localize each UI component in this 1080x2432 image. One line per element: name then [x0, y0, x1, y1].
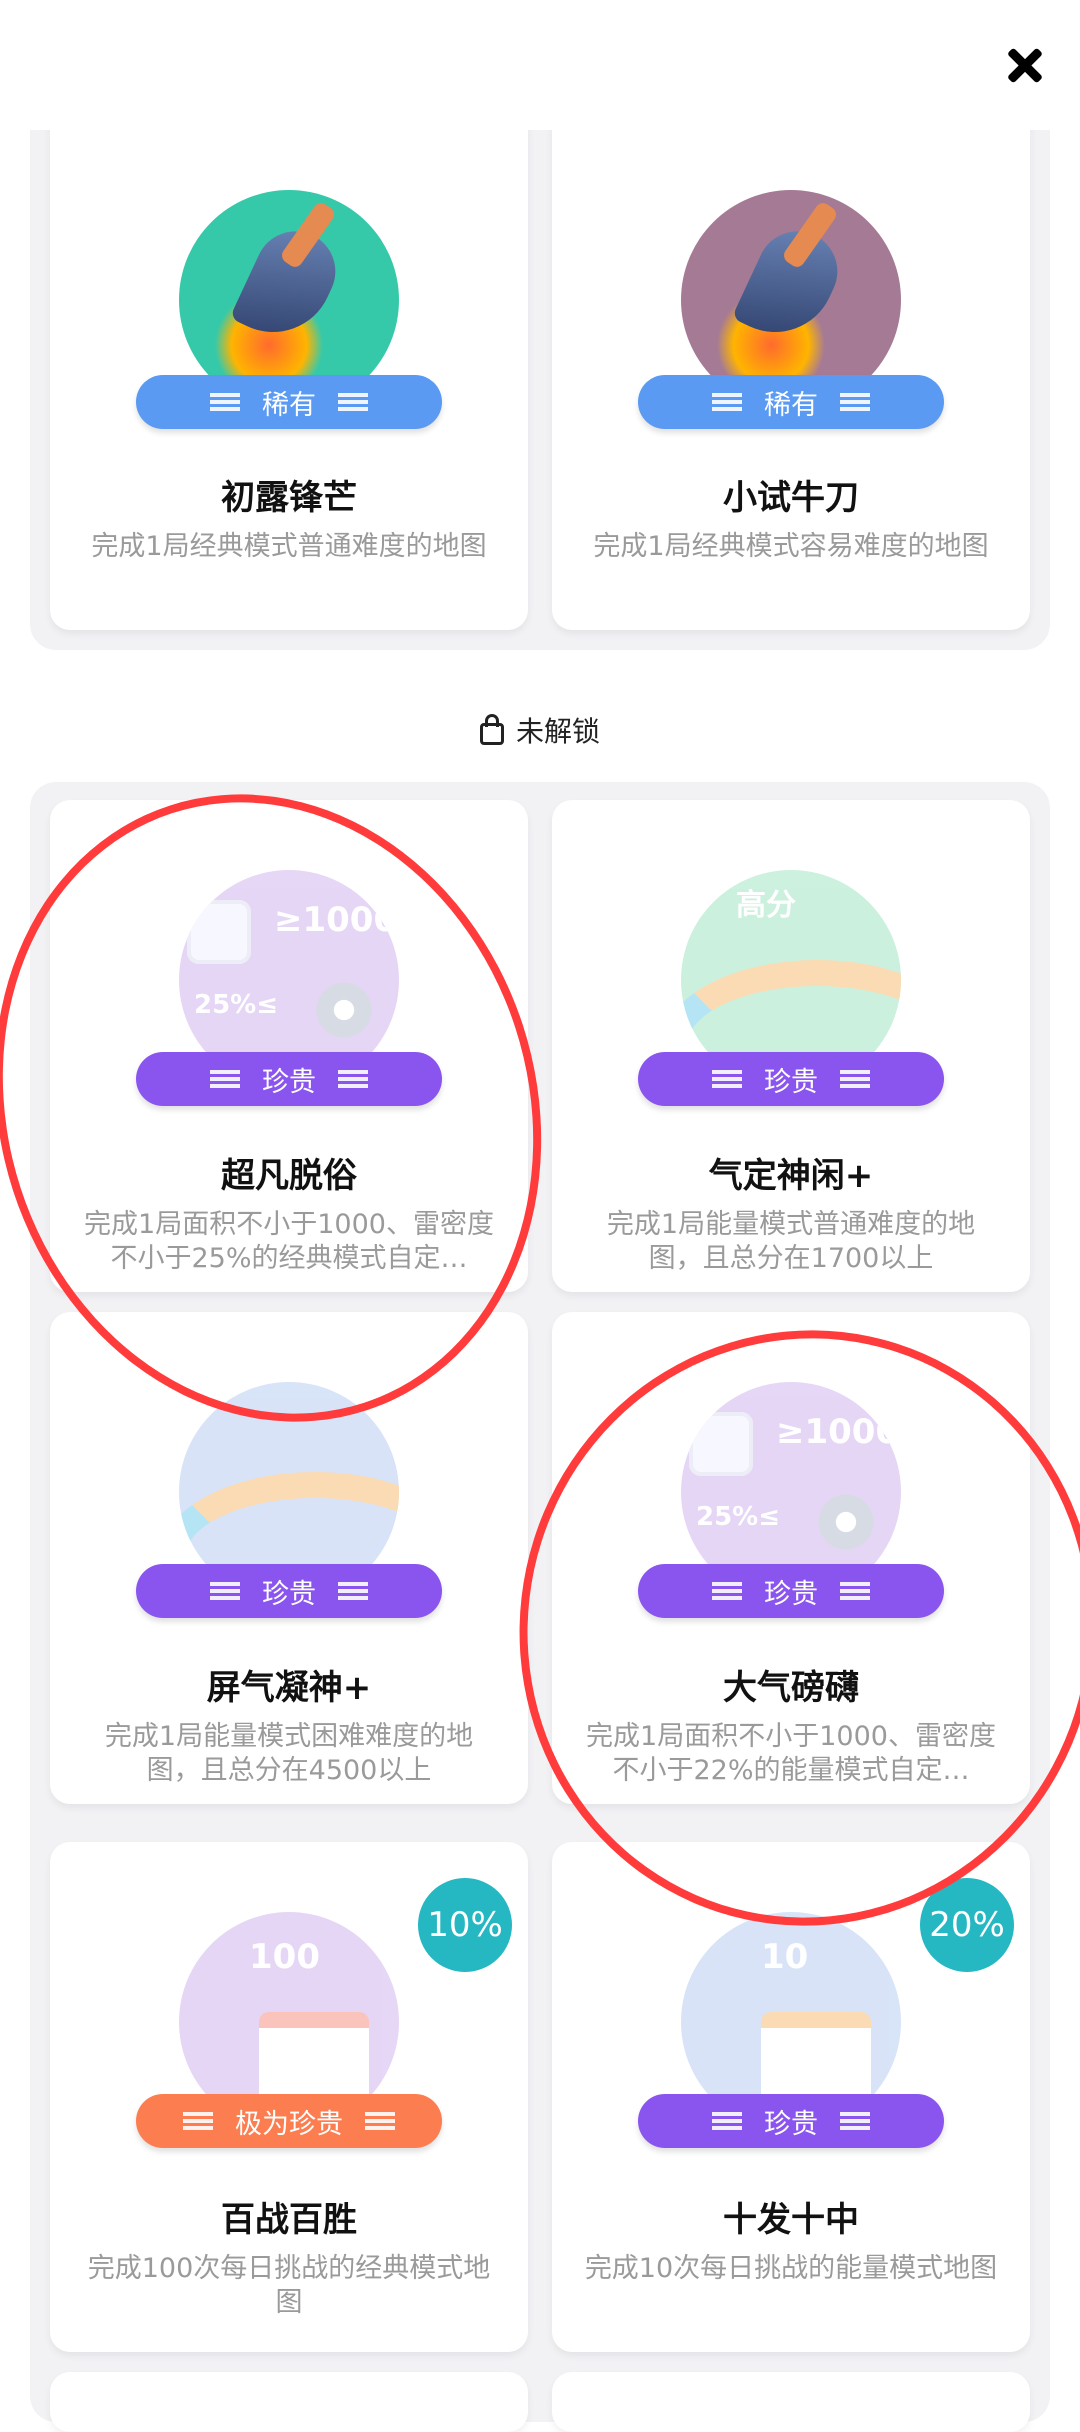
- rarity-badge: 珍贵: [136, 1564, 442, 1618]
- achievement-desc: 完成1局面积不小于1000、雷密度不小于25%的经典模式自定…: [84, 1209, 494, 1274]
- top-bar: [0, 0, 1080, 130]
- progress-badge: 20%: [920, 1878, 1014, 1972]
- achievement-title: 十发十中: [723, 2200, 859, 2240]
- close-icon[interactable]: [1000, 40, 1050, 90]
- achievement-card[interactable]: 稀有 小试牛刀 完成1局经典模式容易难度的地图: [552, 90, 1030, 630]
- achievement-title: 超凡脱俗: [221, 1156, 357, 1196]
- rarity-badge: 珍贵: [638, 2094, 944, 2148]
- achievement-desc: 完成100次每日挑战的经典模式地图: [87, 2253, 491, 2318]
- achievement-card[interactable]: 珍贵 屏气凝神+ 完成1局能量模式困难难度的地图，且总分在4500以上: [50, 1312, 528, 1804]
- achievement-card[interactable]: ≥1000 25%≤ 珍贵 超凡脱俗 完成1局面积不小于1000、雷密度不小于2…: [50, 800, 528, 1292]
- rarity-badge: 极为珍贵: [136, 2094, 442, 2148]
- achievement-desc: 完成1局面积不小于1000、雷密度不小于22%的能量模式自定…: [586, 1721, 996, 1786]
- rarity-badge: 珍贵: [136, 1052, 442, 1106]
- achievement-card[interactable]: ≥1000 25%≤ 珍贵 大气磅礴 完成1局面积不小于1000、雷密度不小于2…: [552, 1312, 1030, 1804]
- achievement-title: 百战百胜: [221, 2200, 357, 2240]
- rarity-badge: 珍贵: [638, 1052, 944, 1106]
- achievement-card[interactable]: 10% 100 极为珍贵 百战百胜 完成100次每日挑战的经典模式地图: [50, 1842, 528, 2352]
- achievement-desc: 完成1局能量模式困难难度的地图，且总分在4500以上: [104, 1721, 474, 1786]
- locked-section-header: 未解锁: [0, 710, 1080, 750]
- achievement-desc: 完成10次每日挑战的能量模式地图: [584, 2253, 998, 2284]
- achievement-card[interactable]: 20% 10 珍贵 十发十中 完成10次每日挑战的能量模式地图: [552, 1842, 1030, 2352]
- achievement-title: 大气磅礴: [723, 1668, 859, 1708]
- achievement-title: 小试牛刀: [723, 478, 859, 518]
- unlocked-panel: 稀有 初露锋芒 完成1局经典模式普通难度的地图 稀有 小试牛刀 完成1局经典模式…: [30, 90, 1050, 650]
- lock-icon: [479, 714, 504, 745]
- locked-panel: ≥1000 25%≤ 珍贵 超凡脱俗 完成1局面积不小于1000、雷密度不小于2…: [30, 782, 1050, 2432]
- rarity-badge: 稀有: [638, 375, 944, 429]
- progress-badge: 10%: [418, 1878, 512, 1972]
- rarity-badge: 稀有: [136, 375, 442, 429]
- achievement-title: 气定神闲+: [708, 1156, 874, 1196]
- achievement-card[interactable]: 高分 珍贵 气定神闲+ 完成1局能量模式普通难度的地图，且总分在1700以上: [552, 800, 1030, 1292]
- achievement-card[interactable]: [50, 2372, 528, 2432]
- achievement-title: 初露锋芒: [221, 478, 357, 518]
- achievement-desc: 完成1局经典模式容易难度的地图: [593, 531, 989, 562]
- achievement-card[interactable]: 稀有 初露锋芒 完成1局经典模式普通难度的地图: [50, 90, 528, 630]
- achievement-card[interactable]: [552, 2372, 1030, 2432]
- achievement-desc: 完成1局经典模式普通难度的地图: [91, 531, 487, 562]
- achievement-desc: 完成1局能量模式普通难度的地图，且总分在1700以上: [606, 1209, 976, 1274]
- achievement-title: 屏气凝神+: [206, 1668, 372, 1708]
- rarity-badge: 珍贵: [638, 1564, 944, 1618]
